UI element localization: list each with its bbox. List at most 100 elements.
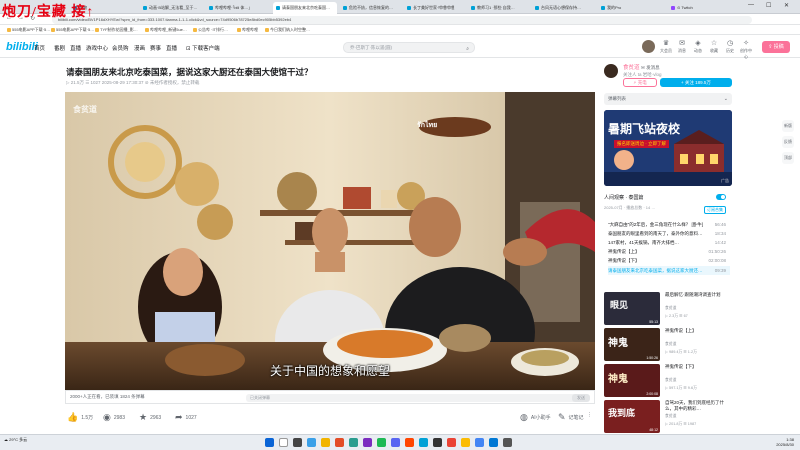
app-icon[interactable] xyxy=(377,438,386,447)
browser-tab[interactable]: ⊙ Twitch xyxy=(668,2,718,14)
recommended-author: 食贫道 xyxy=(665,378,677,382)
playlist-item[interactable]: 神鬼传说【下】 02:00:08 xyxy=(608,256,730,265)
user-avatar[interactable] xyxy=(642,40,655,53)
tab-favicon-icon xyxy=(671,6,675,10)
system-clock[interactable]: 1:38 2025/8/30 xyxy=(776,437,794,447)
app-icon[interactable] xyxy=(489,438,498,447)
playlist-title[interactable]: 人间观察 · 泰国篇 xyxy=(604,194,732,201)
nav-game-center[interactable]: 游戏中心 xyxy=(86,44,108,52)
nav-manga[interactable]: 漫画 xyxy=(134,44,145,52)
uploader-avatar[interactable] xyxy=(604,64,618,78)
nav-live[interactable]: 直播 xyxy=(70,44,81,52)
search-icon[interactable] xyxy=(279,438,288,447)
weather-widget[interactable]: ☁ 29°C 多云 xyxy=(4,437,27,442)
browser-tab[interactable]: 台风无语心想保存持… xyxy=(532,2,594,14)
chrome-icon[interactable] xyxy=(447,438,456,447)
browser-tab[interactable]: 教师习1 ·那些 自我… xyxy=(468,2,530,14)
maximize-icon[interactable]: ☐ xyxy=(766,2,771,9)
header-creator-center[interactable]: ✧ 创作中心 xyxy=(739,40,753,60)
app-icon[interactable] xyxy=(475,438,484,447)
browser-tab[interactable]: 危险不妨，信息恢复的… xyxy=(340,2,402,14)
nav-shop[interactable]: 会员购 xyxy=(112,44,129,52)
bookmark-item[interactable]: 公告哔 ·IT排行… xyxy=(192,26,228,34)
more-options-button[interactable]: ⋮ xyxy=(587,412,592,418)
app-icon[interactable] xyxy=(433,438,442,447)
bookmark-item[interactable]: 哔哩哔哩_新键5ue… xyxy=(144,26,187,34)
bilibili-taskbar-icon[interactable] xyxy=(419,438,428,447)
header-history[interactable]: ◷ 历史 xyxy=(723,40,737,54)
nav-live-2[interactable]: 直播 xyxy=(166,44,177,52)
tab-favicon-icon xyxy=(209,6,213,10)
edge-browser-icon[interactable] xyxy=(307,438,316,447)
subscribe-collection-button[interactable]: 订阅合集 xyxy=(704,206,726,214)
nav-anime[interactable]: 番剧 xyxy=(54,44,65,52)
coin-button[interactable]: ◉ 2983 xyxy=(103,412,125,423)
playlist-item[interactable]: "大麻自由"的2年后，金三角现在什么样？ [卧牛] 56:46 xyxy=(608,220,730,229)
url-input[interactable]: bilibili.com/video/BV1P16dXHYEw/?spm_id_… xyxy=(52,16,752,24)
video-player[interactable]: 食贫道 รักไทย 关于中国的想象和愿望 xyxy=(65,92,595,390)
recommended-stats: ▷ 2.3万 ☰ 67 xyxy=(665,314,688,318)
share-button[interactable]: ➦ 1027 xyxy=(175,412,197,423)
nav-download-client[interactable]: ⊡ 下载客户端 xyxy=(186,44,220,52)
message-uploader-link[interactable]: ✉ 发消息 xyxy=(641,65,660,70)
bookmark-item[interactable]: 555电影APP下载·5… xyxy=(50,26,94,34)
task-view-icon[interactable] xyxy=(293,438,302,447)
search-icon[interactable]: ⌕ xyxy=(466,45,469,54)
close-icon[interactable]: ✕ xyxy=(784,2,789,9)
uploader-name[interactable]: 食贫道 ✉ 发消息 xyxy=(623,63,660,71)
follow-button[interactable]: + 关注 189.5万 xyxy=(660,78,732,87)
feedback-button[interactable]: 反馈 xyxy=(782,136,794,148)
playlist-item[interactable]: 147家村，41天挨锅，南齐大排档… 14:42 xyxy=(608,238,730,247)
like-button[interactable]: 👍 1.5万 xyxy=(67,412,93,423)
charge-button[interactable]: ⚡ 充电 xyxy=(623,78,657,87)
minimize-icon[interactable]: — xyxy=(748,2,754,8)
file-explorer-icon[interactable] xyxy=(321,438,330,447)
header-vip[interactable]: ♛ 大会员 xyxy=(659,40,673,54)
ad-tag: 广告 xyxy=(721,178,729,183)
app-icon[interactable] xyxy=(363,438,372,447)
recommended-video[interactable]: 我到底 48:12 自驾20天，我们到底经历了什么，其中的精彩… 食贫道 ▷ 20… xyxy=(604,400,732,434)
playlist-item[interactable]: 神鬼传说【上】 01:50:26 xyxy=(608,247,730,256)
bilibili-logo[interactable]: bilibili xyxy=(6,41,38,53)
playlist-item[interactable]: 泰国朋友的眼里看到的南天了，泰外你的意料吗？ 18:34 xyxy=(608,229,730,238)
browser-tab[interactable]: 动画·B站解_无法看_至于… xyxy=(140,2,200,14)
discord-icon[interactable] xyxy=(391,438,400,447)
app-icon[interactable] xyxy=(335,438,344,447)
playlist-item-current[interactable]: 请泰国朋友来北京吃泰国菜，据说这家大厨还在… 09:39 xyxy=(608,266,730,275)
start-menu-icon[interactable] xyxy=(265,438,274,447)
bookmark-item[interactable]: 哔哩哔哩 xyxy=(236,26,258,34)
recommended-video[interactable]: 神鬼 2:00:08 神鬼传说【下】 食贫道 ▷ 597.1万 ☰ 9.6万 xyxy=(604,364,732,398)
autoplay-toggle[interactable] xyxy=(716,194,726,200)
upload-button[interactable]: ⇪ 投稿 xyxy=(762,41,790,53)
search-input[interactable]: 乔·巴斯丁·陈以遥(圆) ⌕ xyxy=(343,42,475,53)
bookmark-item[interactable]: TYF制作花园播_影… xyxy=(94,26,138,34)
header-messages[interactable]: ✉ 消息 xyxy=(675,40,689,54)
bookmark-item[interactable]: 555电影APP下载·5… xyxy=(6,26,50,34)
browser-tab[interactable]: 哔哩哔哩·「bili 体…」 xyxy=(206,2,266,14)
browser-tab[interactable]: 长丁美好世家·哔哩哔哩 xyxy=(404,2,466,14)
ad-banner[interactable]: 暑期飞站夜校 报名即送周边 · 立即了解 广告 xyxy=(604,110,732,186)
app-icon[interactable] xyxy=(349,438,358,447)
bookmark-item[interactable]: 今日我们纳入时空整… xyxy=(264,26,310,34)
chevron-down-icon: ⌄ xyxy=(723,96,728,102)
header-favorites[interactable]: ☆ 收藏 xyxy=(707,40,721,54)
new-version-button[interactable]: 新版 xyxy=(782,120,794,132)
header-dynamic[interactable]: ◈ 动态 xyxy=(691,40,705,54)
danmaku-input[interactable]: 已关闭弹幕 xyxy=(246,394,576,402)
browser-tab[interactable]: 我的Pro xyxy=(598,2,660,14)
app-icon[interactable] xyxy=(405,438,414,447)
nav-home[interactable]: 首页 xyxy=(34,44,45,52)
app-icon[interactable] xyxy=(503,438,512,447)
browser-tab-active[interactable]: 请泰国朋友来北京吃泰国… xyxy=(273,2,337,14)
app-icon[interactable] xyxy=(461,438,470,447)
recommended-video[interactable]: 神鬼 1:50:26 神鬼传说【上】 食贫道 ▷ 989.4万 ☰ 1.2万 xyxy=(604,328,732,362)
danmaku-send-button[interactable]: 发送 xyxy=(572,394,590,402)
ai-assistant-button[interactable]: ◍ AI小助手 xyxy=(520,412,551,423)
notes-button[interactable]: ✎ 记笔记 xyxy=(558,412,584,423)
recommended-video[interactable]: 眼见 55:13 最后解忆·跟随潮湾调查计划 食贫道 ▷ 2.3万 ☰ 67 xyxy=(604,292,732,326)
nav-esports[interactable]: 赛事 xyxy=(150,44,161,52)
danmaku-list-toggle[interactable]: 弹幕列表 ⌄ xyxy=(604,93,732,105)
back-to-top-button[interactable]: 顶部 xyxy=(782,152,794,164)
video-title: 请泰国朋友来北京吃泰国菜，据说这家大厨还在泰国大使馆干过？ xyxy=(66,67,313,77)
favorite-button[interactable]: ★ 2963 xyxy=(139,412,161,423)
